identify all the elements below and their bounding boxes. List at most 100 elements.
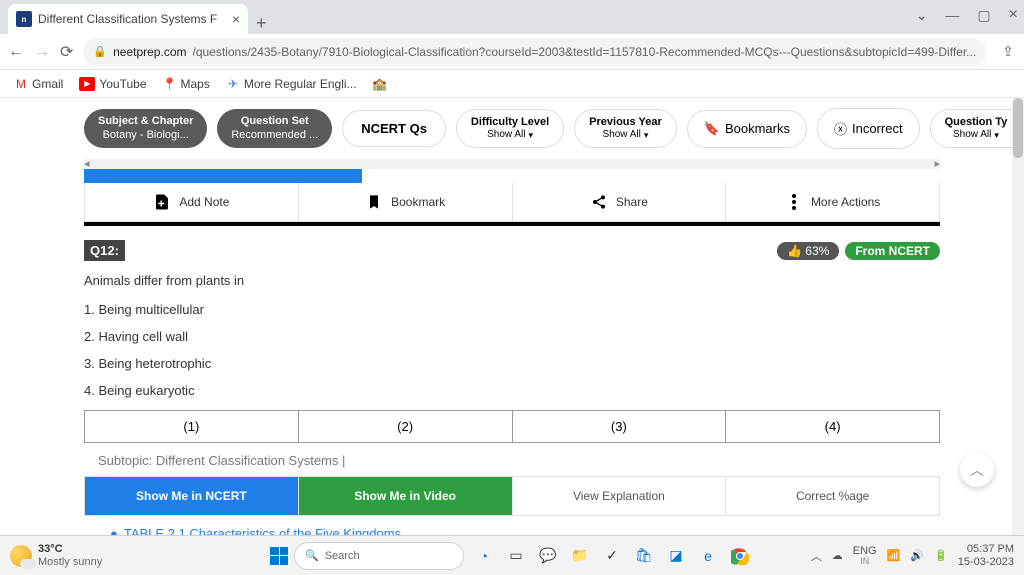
x-circle-icon: ⓧ [834, 119, 847, 138]
horizontal-scrollbar[interactable]: ◂ ▸ [84, 159, 940, 169]
lock-icon: 🔒 [93, 45, 107, 58]
filter-pill-bar: Subject & Chapter Botany - Biologi... Qu… [0, 98, 1024, 159]
scrollbar-thumb[interactable] [1013, 98, 1023, 158]
edge-icon[interactable]: e [694, 542, 722, 570]
previous-year-pill[interactable]: Previous Year Show All▾ [574, 109, 677, 148]
favicon-icon: n [16, 11, 32, 27]
tab-bar: n Different Classification Systems F × +… [0, 0, 1024, 34]
battery-icon[interactable]: 🔋 [934, 549, 948, 562]
chevron-up-icon: ︿ [970, 460, 984, 480]
answer-choice-3[interactable]: (3) [513, 411, 727, 442]
gmail-icon: M [14, 77, 28, 91]
chat-icon[interactable]: 💬 [534, 542, 562, 570]
question-option: 4. Being eukaryotic [84, 383, 940, 398]
nav-bar: ← → ⟳ 🔒 neetprep.com /questions/2435-Bot… [0, 34, 1024, 70]
answer-grid: (1) (2) (3) (4) [84, 410, 940, 443]
app-icon[interactable]: ✓ [598, 542, 626, 570]
forward-button[interactable]: → [34, 43, 50, 61]
show-video-button[interactable]: Show Me in Video [299, 477, 513, 515]
volume-icon[interactable]: 🔊 [910, 549, 924, 562]
answer-choice-4[interactable]: (4) [726, 411, 939, 442]
kebab-icon [785, 193, 803, 211]
new-tab-button[interactable]: + [248, 13, 275, 34]
ncert-qs-pill[interactable]: NCERT Qs [342, 110, 446, 147]
url-path: /questions/2435-Botany/7910-Biological-C… [193, 45, 977, 59]
bookmarks-bar: MGmail ▶YouTube 📍Maps ✈More Regular Engl… [0, 70, 1024, 98]
difficulty-pill[interactable]: Difficulty Level Show All▾ [456, 109, 564, 148]
scroll-left-icon[interactable]: ◂ [84, 157, 90, 170]
system-tray: ︿ ☁ ENGIN 📶 🔊 🔋 05:37 PM 15-03-2023 [811, 543, 1014, 567]
chrome-icon[interactable] [726, 542, 754, 570]
app2-icon[interactable]: ◪ [662, 542, 690, 570]
show-ncert-button[interactable]: Show Me in NCERT [85, 477, 299, 515]
bookmark-youtube[interactable]: ▶YouTube [79, 77, 146, 91]
question-option: 1. Being multicellular [84, 302, 940, 317]
scroll-top-fab[interactable]: ︿ [960, 453, 994, 487]
address-bar[interactable]: 🔒 neetprep.com /questions/2435-Botany/79… [83, 38, 986, 66]
close-window-icon[interactable]: × [1009, 6, 1018, 24]
percentage-badge: 👍63% [777, 242, 839, 260]
answer-choice-2[interactable]: (2) [299, 411, 513, 442]
maps-icon: 📍 [163, 77, 177, 91]
maximize-icon[interactable]: ▢ [977, 7, 990, 24]
back-button[interactable]: ← [8, 43, 24, 61]
subtopic-row: Subtopic: Different Classification Syste… [0, 443, 1024, 476]
weather-widget[interactable]: 33°C Mostly sunny [10, 543, 102, 567]
taskbar-search[interactable]: 🔍Search [294, 542, 464, 570]
scroll-right-icon[interactable]: ▸ [934, 157, 940, 170]
add-note-button[interactable]: Add Note [85, 183, 299, 221]
question-option: 2. Having cell wall [84, 329, 940, 344]
copilot-icon[interactable]: ◔ [470, 542, 498, 570]
close-tab-icon[interactable]: × [232, 11, 240, 27]
answer-choice-1[interactable]: (1) [85, 411, 299, 442]
start-button[interactable] [270, 547, 288, 565]
store-icon[interactable]: 🛍 [630, 542, 658, 570]
site-icon: ✈ [226, 77, 240, 91]
page-content: Subject & Chapter Botany - Biologi... Qu… [0, 98, 1024, 535]
bookmark-gmail[interactable]: MGmail [14, 77, 63, 91]
bookmark-button[interactable]: Bookmark [299, 183, 513, 221]
question-action-bar: Add Note Bookmark Share More Actions [84, 183, 940, 222]
subject-chapter-pill[interactable]: Subject & Chapter Botany - Biologi... [84, 109, 207, 147]
thumbs-up-icon: 👍 [787, 244, 802, 258]
chevron-down-icon[interactable]: ⌄ [916, 7, 928, 24]
cta-row: Show Me in NCERT Show Me in Video View E… [84, 476, 940, 516]
browser-tab[interactable]: n Different Classification Systems F × [8, 4, 248, 34]
bookmark-english[interactable]: ✈More Regular Engli... [226, 77, 357, 91]
task-view-icon[interactable]: ▭ [502, 542, 530, 570]
taskbar-center: 🔍Search ◔ ▭ 💬 📁 ✓ 🛍 ◪ e [270, 542, 754, 570]
tray-chevron-icon[interactable]: ︿ [811, 548, 822, 564]
view-explanation-button[interactable]: View Explanation [513, 477, 727, 515]
url-domain: neetprep.com [113, 45, 186, 59]
question-set-pill[interactable]: Question Set Recommended ... [217, 109, 332, 147]
bookmark-maps[interactable]: 📍Maps [163, 77, 210, 91]
clock[interactable]: 05:37 PM 15-03-2023 [958, 543, 1014, 567]
cloud-icon[interactable]: ☁ [832, 549, 843, 562]
bookmark-icon: 🔖 [704, 121, 720, 137]
bullet-icon: ● [110, 526, 118, 535]
share-icon [590, 193, 608, 211]
search-icon: 🔍 [305, 549, 319, 562]
share-page-icon[interactable]: ⇪ [1002, 43, 1014, 60]
reference-link-row: ● TABLE 2.1 Characteristics of the Five K… [0, 516, 1024, 535]
explorer-icon[interactable]: 📁 [566, 542, 594, 570]
question-number: Q12: [84, 240, 125, 261]
source-badge: From NCERT [845, 242, 940, 260]
correct-percent-button[interactable]: Correct %age [726, 477, 939, 515]
reload-button[interactable]: ⟳ [60, 42, 73, 62]
share-button[interactable]: Share [513, 183, 727, 221]
bookmark-misc[interactable]: 🏫 [373, 77, 387, 91]
question-type-pill[interactable]: Question Ty Show All▾ [930, 109, 1023, 148]
window-controls: ⌄ — ▢ × [916, 6, 1018, 24]
minimize-icon[interactable]: — [945, 7, 959, 23]
chevron-down-icon: ▾ [644, 130, 649, 141]
question-stem: Animals differ from plants in [84, 273, 940, 288]
question-area: Q12: 👍63% From NCERT Animals differ from… [0, 226, 1024, 398]
weather-icon [10, 545, 32, 567]
wifi-icon[interactable]: 📶 [887, 549, 901, 562]
bookmarks-pill[interactable]: 🔖Bookmarks [687, 110, 807, 148]
more-actions-button[interactable]: More Actions [726, 183, 939, 221]
table-link[interactable]: TABLE 2.1 Characteristics of the Five Ki… [124, 526, 401, 535]
youtube-icon: ▶ [79, 77, 95, 91]
incorrect-pill[interactable]: ⓧIncorrect [817, 108, 920, 149]
